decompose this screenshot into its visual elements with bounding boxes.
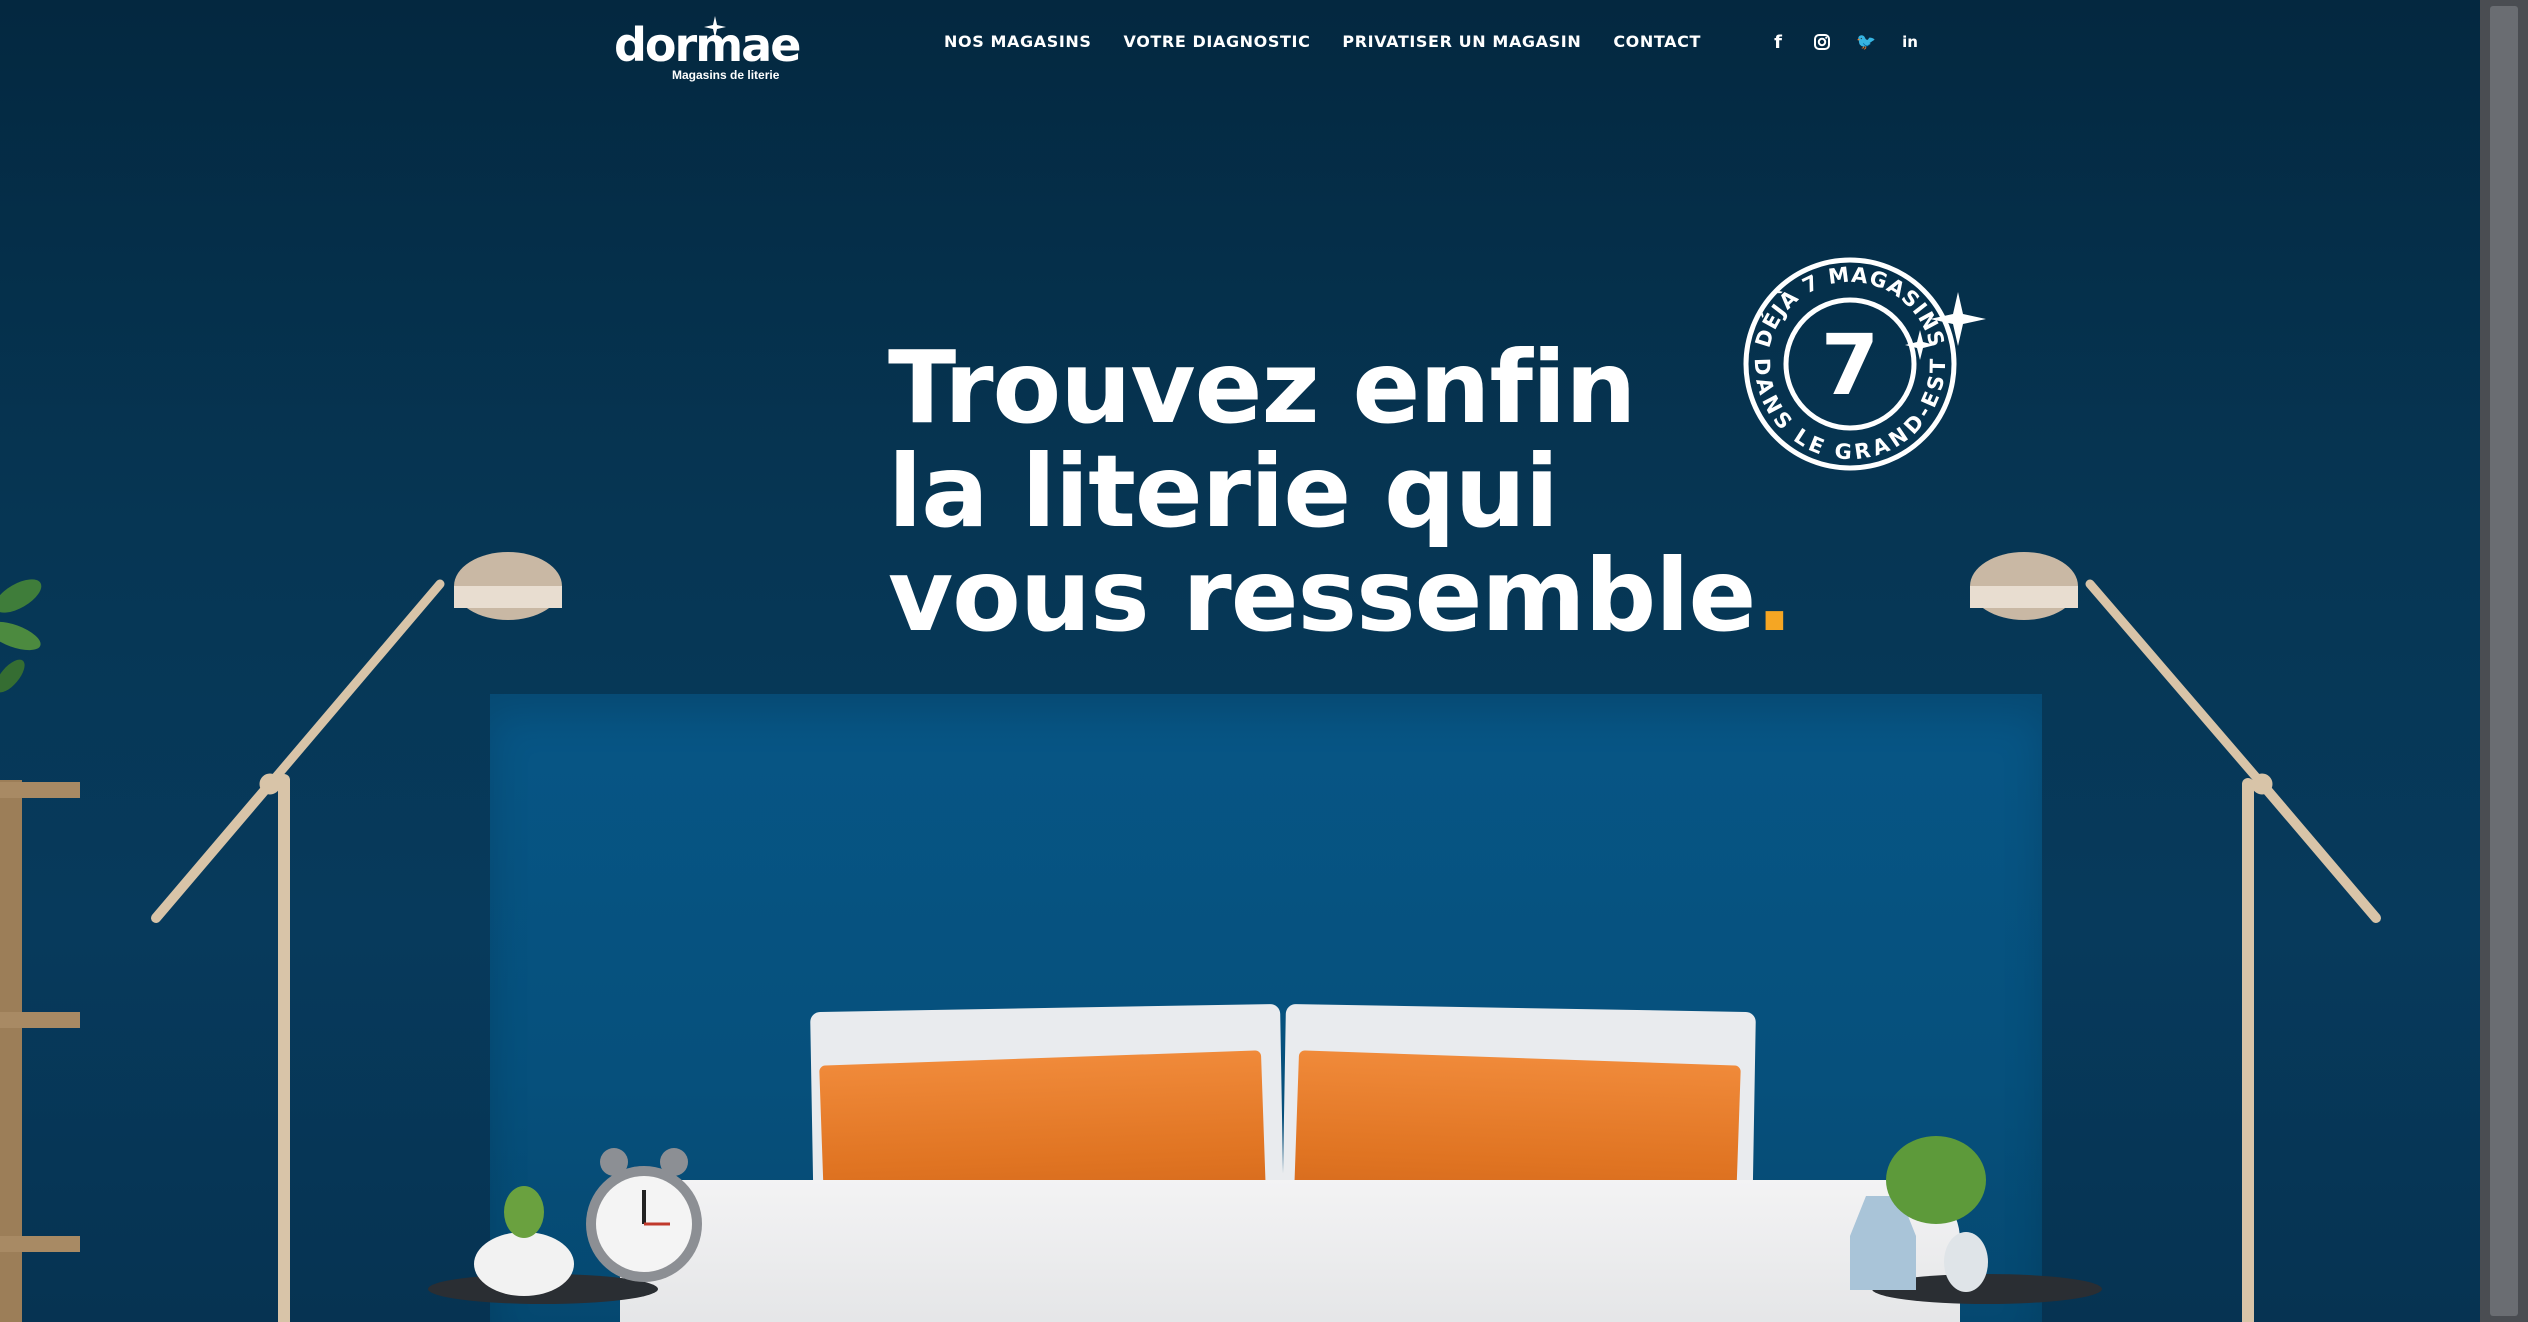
stores-badge: DÉJÀ 7 MAGASINS DANS LE GRAND-EST 7 [1743, 257, 1986, 471]
nav-link-privatiser-un-magasin[interactable]: PRIVATISER UN MAGASIN [1342, 32, 1581, 51]
plant-leaves [0, 579, 42, 693]
logo[interactable]: dormae Magasins de literie [614, 16, 801, 82]
hero-line-3: vous ressemble. [888, 544, 1793, 648]
hero-line-1: Trouvez enfin [888, 329, 1636, 446]
vertical-scrollbar[interactable] [2480, 0, 2528, 1322]
facebook-icon[interactable]: f [1766, 30, 1790, 54]
lamp-shade-right [1970, 552, 2078, 620]
hero-accent-dot: . [1755, 537, 1793, 654]
floor-lamp-left [151, 579, 445, 1322]
lamp-shade-left [454, 552, 562, 620]
bed-duvet [620, 1180, 1960, 1322]
hero-line-3-text: vous ressemble [888, 537, 1756, 654]
twitter-icon[interactable]: 🐦 [1854, 30, 1878, 54]
main-nav: NOS MAGASINS VOTRE DIAGNOSTIC PRIVATISER… [944, 32, 1701, 51]
wall-shelf [0, 1012, 80, 1028]
sparkle-icon [704, 16, 726, 38]
hero-headline: Trouvez enfin la literie qui vous ressem… [888, 329, 1793, 648]
nav-link-contact[interactable]: CONTACT [1613, 32, 1701, 51]
hero-background: dormae Magasins de literie NOS MAGASINS … [0, 0, 2480, 1322]
floor-lamp-right [2085, 579, 2381, 1322]
wall-shelf [0, 1236, 80, 1252]
nightstand-right [1872, 1274, 2102, 1304]
nav-link-nos-magasins[interactable]: NOS MAGASINS [944, 32, 1092, 51]
linkedin-icon[interactable]: in [1898, 30, 1922, 54]
wall-shelf [0, 782, 80, 798]
hero-line-2: la literie qui [888, 433, 1559, 550]
badge-number: 7 [1821, 316, 1879, 414]
nav-link-votre-diagnostic[interactable]: VOTRE DIAGNOSTIC [1124, 32, 1311, 51]
lamp-shade-rim-left [454, 586, 562, 608]
lamp-shade-rim-right [1970, 586, 2078, 608]
instagram-icon[interactable] [1810, 30, 1834, 54]
scrollbar-thumb[interactable] [2490, 6, 2518, 1316]
nightstand-left [428, 1274, 658, 1304]
social-links: f 🐦 in [1766, 30, 1922, 54]
